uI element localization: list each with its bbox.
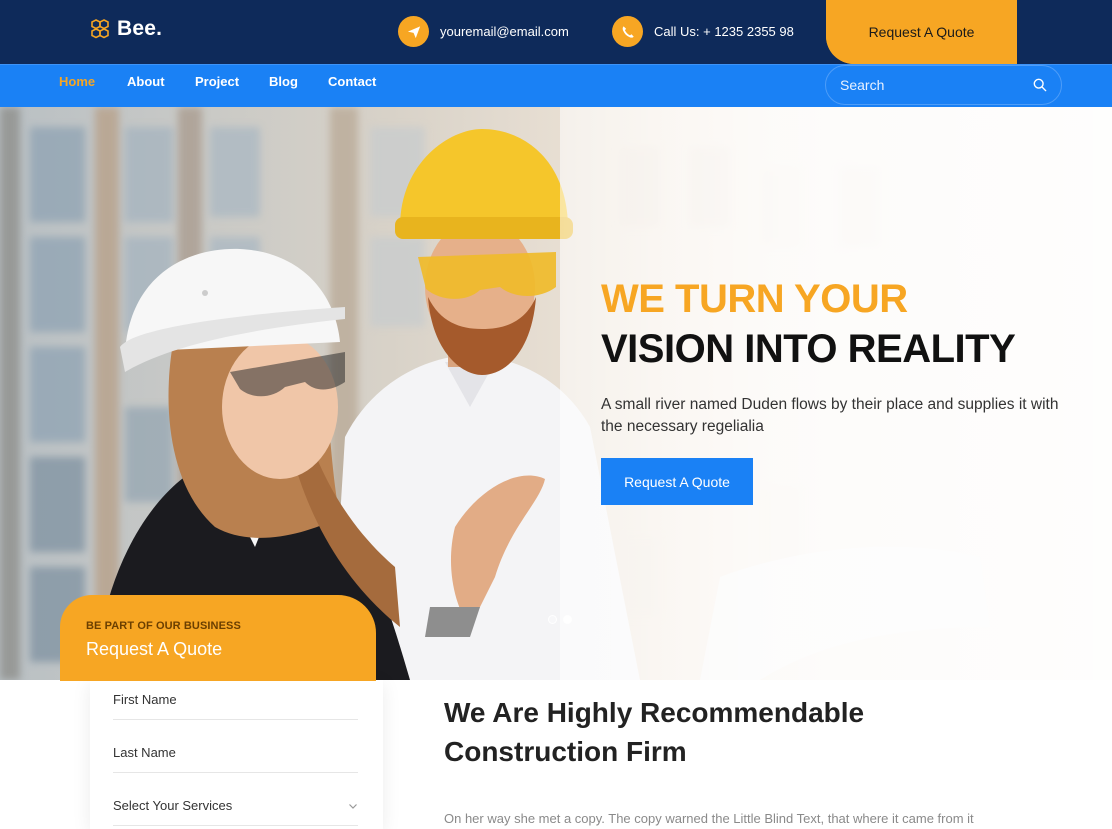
brand-logo[interactable]: Bee. bbox=[88, 17, 162, 41]
top-request-quote-button[interactable]: Request A Quote bbox=[826, 0, 1017, 64]
nav-item-contact[interactable]: Contact bbox=[328, 74, 376, 89]
services-select-label: Select Your Services bbox=[113, 798, 233, 813]
about-text: On her way she met a copy. The copy warn… bbox=[444, 811, 974, 826]
quote-form-title: Request A Quote bbox=[86, 639, 223, 659]
phone-text: Call Us: + 1235 2355 98 bbox=[654, 24, 794, 39]
nav-item-about[interactable]: About bbox=[127, 74, 165, 89]
hero-headline-line1: WE TURN YOUR bbox=[601, 277, 908, 321]
first-name-field[interactable]: First Name bbox=[113, 680, 358, 720]
services-select[interactable]: Select Your Services bbox=[113, 786, 358, 826]
slider-dot-2[interactable] bbox=[563, 615, 572, 624]
about-heading: We Are Highly Recommendable Construction… bbox=[444, 693, 914, 771]
phone-icon bbox=[612, 16, 643, 47]
nav-item-blog[interactable]: Blog bbox=[269, 74, 298, 89]
main-navigation: Home About Project Blog Contact bbox=[0, 64, 1112, 107]
search-box bbox=[825, 65, 1062, 105]
email-contact[interactable]: youremail@email.com bbox=[398, 16, 569, 47]
last-name-field[interactable]: Last Name bbox=[113, 733, 358, 773]
about-heading-line2: Construction Firm bbox=[444, 736, 687, 767]
search-input[interactable] bbox=[840, 77, 1033, 93]
about-heading-line1: We Are Highly Recommendable bbox=[444, 697, 865, 728]
nav-item-home[interactable]: Home bbox=[59, 74, 95, 89]
slider-dots bbox=[548, 615, 572, 624]
search-icon[interactable] bbox=[1033, 78, 1047, 92]
paper-plane-icon bbox=[398, 16, 429, 47]
hero-headline-line2: VISION INTO REALITY bbox=[601, 327, 1016, 371]
honeycomb-icon bbox=[91, 19, 109, 39]
hero-request-quote-button[interactable]: Request A Quote bbox=[601, 458, 753, 505]
hero-description: A small river named Duden flows by their… bbox=[601, 396, 1059, 435]
hero-request-quote-label: Request A Quote bbox=[624, 473, 730, 490]
top-request-quote-label: Request A Quote bbox=[868, 24, 975, 40]
top-bar: Bee. youremail@email.com Call Us: + 1235… bbox=[0, 0, 1112, 64]
first-name-placeholder: First Name bbox=[113, 692, 177, 707]
quote-form: First Name Last Name Select Your Service… bbox=[90, 680, 383, 829]
chevron-down-icon bbox=[349, 803, 357, 809]
last-name-placeholder: Last Name bbox=[113, 745, 176, 760]
quote-form-header: BE PART OF OUR BUSINESS Request A Quote bbox=[60, 595, 376, 681]
quote-form-eyebrow: BE PART OF OUR BUSINESS bbox=[86, 620, 241, 632]
email-text: youremail@email.com bbox=[440, 24, 569, 39]
slider-dot-1[interactable] bbox=[548, 615, 557, 624]
nav-item-project[interactable]: Project bbox=[195, 74, 239, 89]
phone-contact[interactable]: Call Us: + 1235 2355 98 bbox=[612, 16, 794, 47]
brand-name: Bee. bbox=[117, 17, 163, 40]
